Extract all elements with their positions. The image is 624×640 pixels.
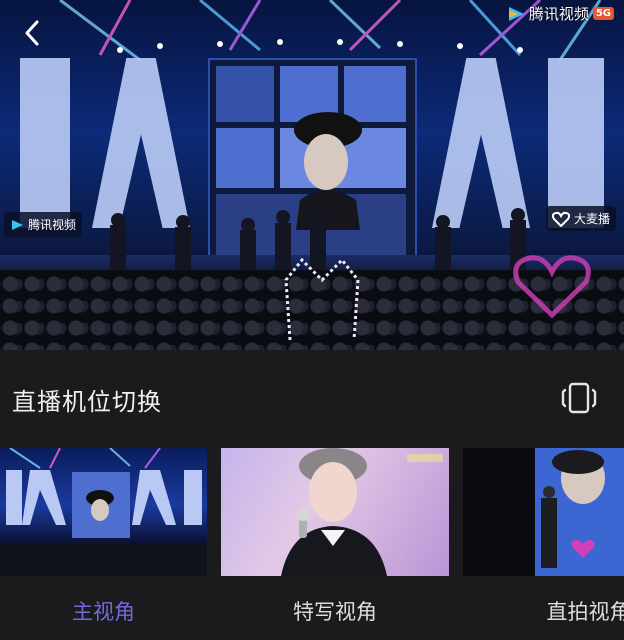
main-thumb-art: [0, 448, 207, 576]
watermark-text: 腾讯视频: [528, 5, 589, 23]
camera-thumbnail-direct: [463, 448, 624, 576]
chevron-left-icon: [25, 20, 39, 46]
heart-logo-overlay: [513, 255, 591, 319]
right-stage-badge-text: 大麦播: [573, 212, 610, 226]
5g-badge: 5G: [592, 7, 614, 20]
tencent-video-watermark: 腾讯视频 5G: [507, 3, 614, 24]
camera-thumbnail-main: [0, 448, 207, 576]
stage-screen-left: [20, 58, 70, 228]
play-logo-icon: [12, 219, 23, 230]
camera-label-main: 主视角: [72, 600, 135, 624]
tencent-video-logo-icon: [508, 6, 524, 21]
rotate-screen-button[interactable]: [560, 381, 598, 415]
video-player[interactable]: 腾讯视频 大麦播 腾讯视频 5G: [0, 0, 624, 350]
heart-icon: [551, 211, 570, 227]
stage-screen-right: [548, 58, 604, 228]
left-stage-badge: 腾讯视频: [4, 212, 83, 237]
camera-list[interactable]: 主视角 特写视角 直拍视角: [0, 448, 624, 640]
camera-switch-title: 直播机位切换: [12, 388, 162, 416]
camera-card-direct[interactable]: 直拍视角: [463, 448, 624, 640]
camera-label-closeup: 特写视角: [293, 600, 377, 624]
rotate-screen-icon: [561, 382, 597, 414]
direct-thumb-art: [535, 448, 624, 576]
camera-label-direct: 直拍视角: [546, 600, 624, 624]
camera-thumbnail-closeup: [221, 448, 449, 576]
camera-card-closeup[interactable]: 特写视角: [221, 448, 449, 640]
closeup-thumb-art: [281, 448, 443, 576]
right-stage-badge: 大麦播: [545, 206, 616, 231]
back-button[interactable]: [18, 18, 48, 48]
lightstick-crown: [284, 257, 360, 341]
camera-card-main[interactable]: 主视角: [0, 448, 207, 640]
left-stage-badge-text: 腾讯视频: [28, 218, 77, 232]
